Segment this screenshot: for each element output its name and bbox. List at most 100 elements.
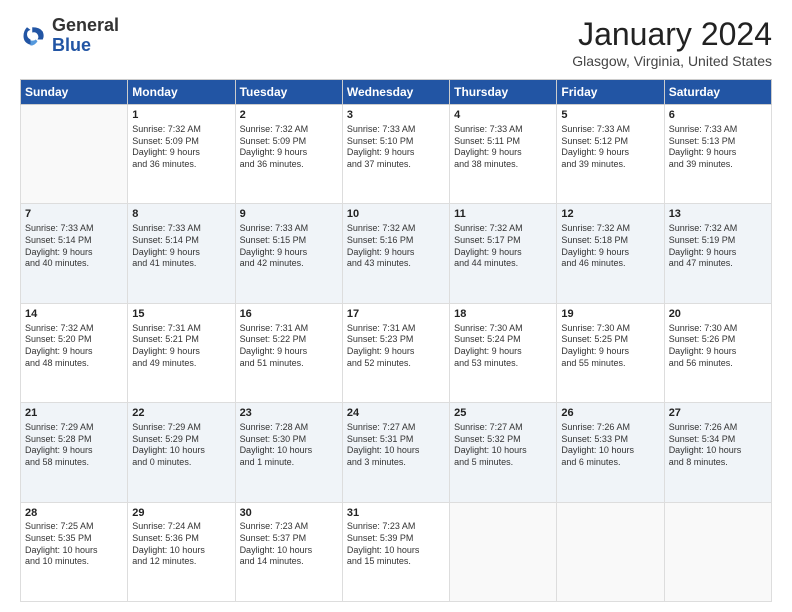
day-number: 29 bbox=[132, 506, 230, 521]
day-cell bbox=[664, 502, 771, 601]
day-number: 16 bbox=[240, 307, 338, 322]
day-cell: 24Sunrise: 7:27 AM Sunset: 5:31 PM Dayli… bbox=[342, 403, 449, 502]
day-info: Sunrise: 7:32 AM Sunset: 5:17 PM Dayligh… bbox=[454, 223, 552, 270]
day-info: Sunrise: 7:31 AM Sunset: 5:21 PM Dayligh… bbox=[132, 323, 230, 370]
day-cell: 6Sunrise: 7:33 AM Sunset: 5:13 PM Daylig… bbox=[664, 105, 771, 204]
day-number: 26 bbox=[561, 406, 659, 421]
day-cell: 8Sunrise: 7:33 AM Sunset: 5:14 PM Daylig… bbox=[128, 204, 235, 303]
page: General Blue January 2024 Glasgow, Virgi… bbox=[0, 0, 792, 612]
day-number: 9 bbox=[240, 207, 338, 222]
day-info: Sunrise: 7:23 AM Sunset: 5:39 PM Dayligh… bbox=[347, 521, 445, 568]
day-cell bbox=[21, 105, 128, 204]
day-info: Sunrise: 7:29 AM Sunset: 5:28 PM Dayligh… bbox=[25, 422, 123, 469]
day-info: Sunrise: 7:23 AM Sunset: 5:37 PM Dayligh… bbox=[240, 521, 338, 568]
day-info: Sunrise: 7:33 AM Sunset: 5:14 PM Dayligh… bbox=[25, 223, 123, 270]
day-cell: 2Sunrise: 7:32 AM Sunset: 5:09 PM Daylig… bbox=[235, 105, 342, 204]
day-number: 2 bbox=[240, 108, 338, 123]
day-number: 3 bbox=[347, 108, 445, 123]
day-cell: 1Sunrise: 7:32 AM Sunset: 5:09 PM Daylig… bbox=[128, 105, 235, 204]
day-cell: 27Sunrise: 7:26 AM Sunset: 5:34 PM Dayli… bbox=[664, 403, 771, 502]
day-cell: 20Sunrise: 7:30 AM Sunset: 5:26 PM Dayli… bbox=[664, 303, 771, 402]
header: General Blue January 2024 Glasgow, Virgi… bbox=[20, 16, 772, 69]
day-info: Sunrise: 7:31 AM Sunset: 5:23 PM Dayligh… bbox=[347, 323, 445, 370]
day-info: Sunrise: 7:26 AM Sunset: 5:34 PM Dayligh… bbox=[669, 422, 767, 469]
day-number: 10 bbox=[347, 207, 445, 222]
day-number: 25 bbox=[454, 406, 552, 421]
day-cell: 18Sunrise: 7:30 AM Sunset: 5:24 PM Dayli… bbox=[450, 303, 557, 402]
day-info: Sunrise: 7:32 AM Sunset: 5:09 PM Dayligh… bbox=[240, 124, 338, 171]
day-cell: 11Sunrise: 7:32 AM Sunset: 5:17 PM Dayli… bbox=[450, 204, 557, 303]
title-block: January 2024 Glasgow, Virginia, United S… bbox=[572, 16, 772, 69]
day-number: 17 bbox=[347, 307, 445, 322]
day-number: 22 bbox=[132, 406, 230, 421]
month-title: January 2024 bbox=[572, 16, 772, 53]
day-number: 7 bbox=[25, 207, 123, 222]
day-info: Sunrise: 7:28 AM Sunset: 5:30 PM Dayligh… bbox=[240, 422, 338, 469]
day-number: 28 bbox=[25, 506, 123, 521]
day-info: Sunrise: 7:33 AM Sunset: 5:11 PM Dayligh… bbox=[454, 124, 552, 171]
day-info: Sunrise: 7:33 AM Sunset: 5:15 PM Dayligh… bbox=[240, 223, 338, 270]
day-cell: 4Sunrise: 7:33 AM Sunset: 5:11 PM Daylig… bbox=[450, 105, 557, 204]
day-cell: 9Sunrise: 7:33 AM Sunset: 5:15 PM Daylig… bbox=[235, 204, 342, 303]
day-number: 31 bbox=[347, 506, 445, 521]
day-cell: 13Sunrise: 7:32 AM Sunset: 5:19 PM Dayli… bbox=[664, 204, 771, 303]
week-row-4: 28Sunrise: 7:25 AM Sunset: 5:35 PM Dayli… bbox=[21, 502, 772, 601]
day-cell: 23Sunrise: 7:28 AM Sunset: 5:30 PM Dayli… bbox=[235, 403, 342, 502]
day-info: Sunrise: 7:32 AM Sunset: 5:18 PM Dayligh… bbox=[561, 223, 659, 270]
day-number: 30 bbox=[240, 506, 338, 521]
day-info: Sunrise: 7:27 AM Sunset: 5:31 PM Dayligh… bbox=[347, 422, 445, 469]
logo-blue: Blue bbox=[52, 35, 91, 55]
day-info: Sunrise: 7:33 AM Sunset: 5:10 PM Dayligh… bbox=[347, 124, 445, 171]
day-cell: 30Sunrise: 7:23 AM Sunset: 5:37 PM Dayli… bbox=[235, 502, 342, 601]
day-number: 14 bbox=[25, 307, 123, 322]
day-cell: 28Sunrise: 7:25 AM Sunset: 5:35 PM Dayli… bbox=[21, 502, 128, 601]
day-info: Sunrise: 7:26 AM Sunset: 5:33 PM Dayligh… bbox=[561, 422, 659, 469]
header-row: SundayMondayTuesdayWednesdayThursdayFrid… bbox=[21, 80, 772, 105]
day-info: Sunrise: 7:24 AM Sunset: 5:36 PM Dayligh… bbox=[132, 521, 230, 568]
day-number: 23 bbox=[240, 406, 338, 421]
week-row-1: 7Sunrise: 7:33 AM Sunset: 5:14 PM Daylig… bbox=[21, 204, 772, 303]
day-cell: 10Sunrise: 7:32 AM Sunset: 5:16 PM Dayli… bbox=[342, 204, 449, 303]
day-number: 12 bbox=[561, 207, 659, 222]
day-info: Sunrise: 7:33 AM Sunset: 5:12 PM Dayligh… bbox=[561, 124, 659, 171]
day-cell: 25Sunrise: 7:27 AM Sunset: 5:32 PM Dayli… bbox=[450, 403, 557, 502]
day-cell: 29Sunrise: 7:24 AM Sunset: 5:36 PM Dayli… bbox=[128, 502, 235, 601]
logo-text: General Blue bbox=[52, 16, 119, 56]
day-number: 8 bbox=[132, 207, 230, 222]
day-cell: 16Sunrise: 7:31 AM Sunset: 5:22 PM Dayli… bbox=[235, 303, 342, 402]
day-number: 13 bbox=[669, 207, 767, 222]
day-number: 19 bbox=[561, 307, 659, 322]
location: Glasgow, Virginia, United States bbox=[572, 53, 772, 69]
day-number: 15 bbox=[132, 307, 230, 322]
day-number: 18 bbox=[454, 307, 552, 322]
day-cell: 31Sunrise: 7:23 AM Sunset: 5:39 PM Dayli… bbox=[342, 502, 449, 601]
day-info: Sunrise: 7:32 AM Sunset: 5:09 PM Dayligh… bbox=[132, 124, 230, 171]
day-cell: 12Sunrise: 7:32 AM Sunset: 5:18 PM Dayli… bbox=[557, 204, 664, 303]
day-number: 6 bbox=[669, 108, 767, 123]
day-cell: 14Sunrise: 7:32 AM Sunset: 5:20 PM Dayli… bbox=[21, 303, 128, 402]
day-info: Sunrise: 7:31 AM Sunset: 5:22 PM Dayligh… bbox=[240, 323, 338, 370]
day-info: Sunrise: 7:30 AM Sunset: 5:25 PM Dayligh… bbox=[561, 323, 659, 370]
day-info: Sunrise: 7:32 AM Sunset: 5:16 PM Dayligh… bbox=[347, 223, 445, 270]
day-info: Sunrise: 7:33 AM Sunset: 5:13 PM Dayligh… bbox=[669, 124, 767, 171]
logo-general: General bbox=[52, 15, 119, 35]
day-info: Sunrise: 7:25 AM Sunset: 5:35 PM Dayligh… bbox=[25, 521, 123, 568]
logo: General Blue bbox=[20, 16, 119, 56]
day-cell: 19Sunrise: 7:30 AM Sunset: 5:25 PM Dayli… bbox=[557, 303, 664, 402]
day-info: Sunrise: 7:33 AM Sunset: 5:14 PM Dayligh… bbox=[132, 223, 230, 270]
week-row-2: 14Sunrise: 7:32 AM Sunset: 5:20 PM Dayli… bbox=[21, 303, 772, 402]
day-cell: 22Sunrise: 7:29 AM Sunset: 5:29 PM Dayli… bbox=[128, 403, 235, 502]
col-header-wednesday: Wednesday bbox=[342, 80, 449, 105]
day-cell: 7Sunrise: 7:33 AM Sunset: 5:14 PM Daylig… bbox=[21, 204, 128, 303]
calendar-table: SundayMondayTuesdayWednesdayThursdayFrid… bbox=[20, 79, 772, 602]
col-header-thursday: Thursday bbox=[450, 80, 557, 105]
day-info: Sunrise: 7:27 AM Sunset: 5:32 PM Dayligh… bbox=[454, 422, 552, 469]
day-number: 27 bbox=[669, 406, 767, 421]
week-row-3: 21Sunrise: 7:29 AM Sunset: 5:28 PM Dayli… bbox=[21, 403, 772, 502]
day-number: 24 bbox=[347, 406, 445, 421]
day-cell: 26Sunrise: 7:26 AM Sunset: 5:33 PM Dayli… bbox=[557, 403, 664, 502]
day-number: 4 bbox=[454, 108, 552, 123]
day-info: Sunrise: 7:29 AM Sunset: 5:29 PM Dayligh… bbox=[132, 422, 230, 469]
day-cell: 5Sunrise: 7:33 AM Sunset: 5:12 PM Daylig… bbox=[557, 105, 664, 204]
day-cell: 15Sunrise: 7:31 AM Sunset: 5:21 PM Dayli… bbox=[128, 303, 235, 402]
